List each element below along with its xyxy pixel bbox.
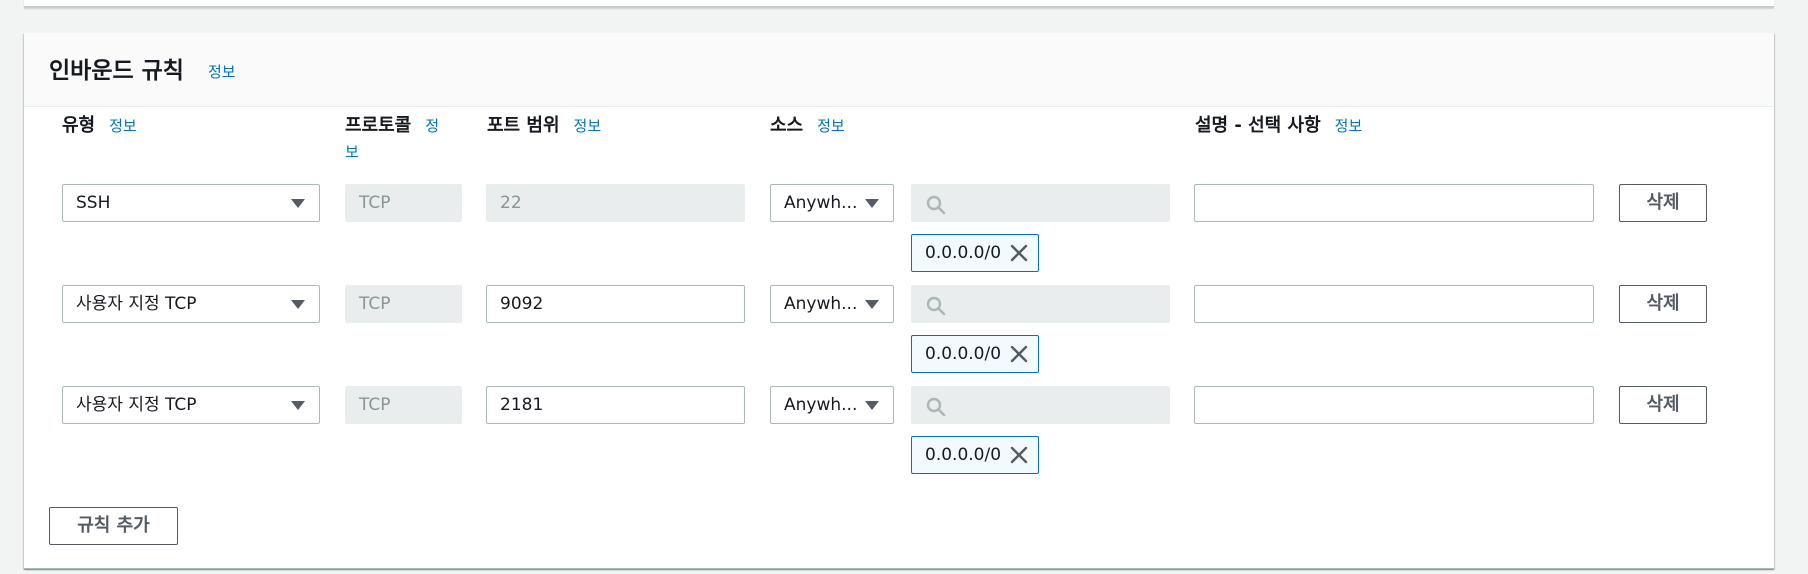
cidr-search-input[interactable] xyxy=(911,184,1170,222)
column-label-port-range: 포트 범위 xyxy=(487,115,560,136)
protocol-info-link[interactable]: 정 xyxy=(425,117,439,135)
cidr-token-label: 0.0.0.0/0 xyxy=(925,243,1002,263)
delete-rule-button[interactable]: 삭제 xyxy=(1619,184,1707,222)
column-label-source: 소스 xyxy=(770,115,804,136)
cidr-token-label: 0.0.0.0/0 xyxy=(925,445,1002,465)
search-icon xyxy=(926,195,946,215)
source-select[interactable]: Anywh... xyxy=(770,386,894,424)
delete-rule-button[interactable]: 삭제 xyxy=(1619,386,1707,424)
cidr-search-input[interactable] xyxy=(911,285,1170,323)
column-header-source: 소스 정보 xyxy=(770,113,845,139)
panel-title: 인바운드 규칙 xyxy=(49,58,184,84)
cidr-token: 0.0.0.0/0 xyxy=(911,234,1039,272)
source-select-value: Anywh... xyxy=(784,395,858,415)
type-select[interactable]: SSH xyxy=(62,184,320,222)
description-input[interactable] xyxy=(1194,386,1594,424)
column-header-protocol: 프로토콜 정 보 xyxy=(345,113,455,165)
caret-down-icon xyxy=(291,401,305,410)
column-header-port-range: 포트 범위 정보 xyxy=(487,113,601,139)
protocol-value: TCP xyxy=(359,395,391,415)
source-select-value: Anywh... xyxy=(784,294,858,314)
protocol-field: TCP xyxy=(345,184,462,222)
search-icon xyxy=(926,296,946,316)
port-range-input[interactable]: 9092 xyxy=(486,285,745,323)
caret-down-icon xyxy=(291,300,305,309)
caret-down-icon xyxy=(865,401,879,410)
close-icon[interactable] xyxy=(1010,244,1028,262)
source-select[interactable]: Anywh... xyxy=(770,285,894,323)
inbound-rules-panel: 인바운드 규칙 정보 유형 정보 프로토콜 정 보 포트 범위 정보 소스 정보 설명 … xyxy=(24,33,1774,569)
type-select-value: 사용자 지정 TCP xyxy=(76,294,197,314)
port-range-value: 9092 xyxy=(500,294,544,314)
source-select-value: Anywh... xyxy=(784,193,858,213)
previous-panel-bottom xyxy=(24,0,1774,8)
column-label-description: 설명 - 선택 사항 xyxy=(1195,115,1321,136)
caret-down-icon xyxy=(291,199,305,208)
port-range-value: 22 xyxy=(500,193,522,213)
column-label-type: 유형 xyxy=(62,115,96,136)
type-info-link[interactable]: 정보 xyxy=(109,117,137,135)
close-icon[interactable] xyxy=(1010,345,1028,363)
protocol-value: TCP xyxy=(359,193,391,213)
protocol-value: TCP xyxy=(359,294,391,314)
type-select[interactable]: 사용자 지정 TCP xyxy=(62,386,320,424)
caret-down-icon xyxy=(865,300,879,309)
protocol-info-link-wrap[interactable]: 보 xyxy=(345,143,359,161)
cidr-token: 0.0.0.0/0 xyxy=(911,335,1039,373)
port-range-value: 2181 xyxy=(500,395,544,415)
source-select[interactable]: Anywh... xyxy=(770,184,894,222)
description-info-link[interactable]: 정보 xyxy=(1335,117,1363,135)
column-header-description: 설명 - 선택 사항 정보 xyxy=(1195,113,1362,139)
column-label-protocol: 프로토콜 xyxy=(345,115,412,136)
type-select[interactable]: 사용자 지정 TCP xyxy=(62,285,320,323)
panel-title-info-link[interactable]: 정보 xyxy=(208,61,236,82)
port-range-info-link[interactable]: 정보 xyxy=(574,117,602,135)
caret-down-icon xyxy=(865,199,879,208)
cidr-token-label: 0.0.0.0/0 xyxy=(925,344,1002,364)
type-select-value: SSH xyxy=(76,193,111,213)
description-input[interactable] xyxy=(1194,285,1594,323)
type-select-value: 사용자 지정 TCP xyxy=(76,395,197,415)
protocol-field: TCP xyxy=(345,386,462,424)
description-input[interactable] xyxy=(1194,184,1594,222)
cidr-token: 0.0.0.0/0 xyxy=(911,436,1039,474)
cidr-search-input[interactable] xyxy=(911,386,1170,424)
close-icon[interactable] xyxy=(1010,446,1028,464)
protocol-field: TCP xyxy=(345,285,462,323)
delete-rule-button[interactable]: 삭제 xyxy=(1619,285,1707,323)
port-range-input[interactable]: 2181 xyxy=(486,386,745,424)
port-range-input: 22 xyxy=(486,184,745,222)
panel-header: 인바운드 규칙 정보 xyxy=(24,33,1774,107)
search-icon xyxy=(926,397,946,417)
add-rule-button[interactable]: 규칙 추가 xyxy=(49,507,178,545)
column-header-type: 유형 정보 xyxy=(62,113,137,139)
source-info-link[interactable]: 정보 xyxy=(817,117,845,135)
